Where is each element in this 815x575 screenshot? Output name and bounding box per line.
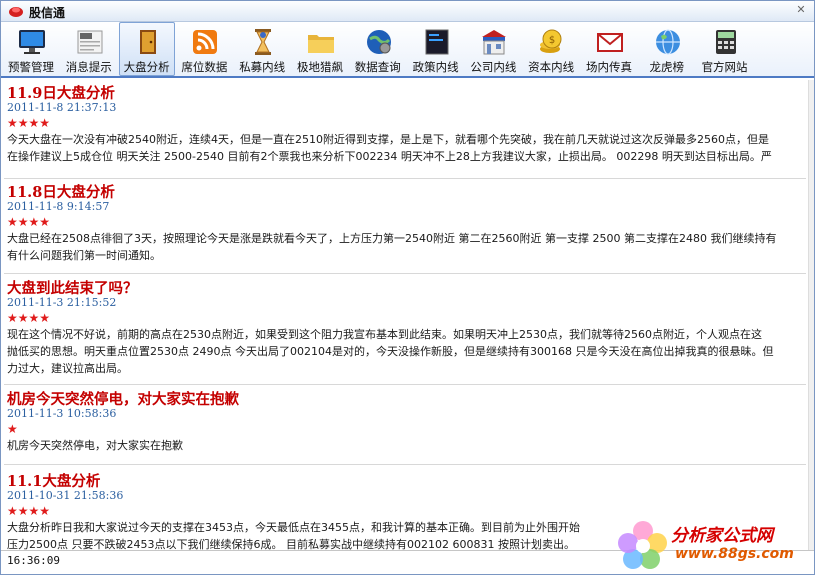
toolbar-button-capital-insider[interactable]: $ 资本内线 — [523, 22, 579, 76]
toolbar: 预警管理 消息提示 大盘分析 席位数据 私募内线 极地猎飙 数据查询 政策内线 … — [1, 22, 814, 78]
post-body-line: 抛低买的思想。明天重点位置2530点 2490点 今天出局了002104是对的，… — [7, 345, 774, 358]
news-list: 11.9日大盘分析 2011-11-8 21:37:13 ★★★★ 今天大盘在一… — [2, 80, 808, 550]
news-post: 大盘到此结束了吗？ 2011-11-3 21:15:52 ★★★★ 现在这个情况… — [7, 277, 807, 377]
mail-icon — [596, 33, 623, 52]
toolbar-label: 预警管理 — [8, 60, 54, 74]
newspaper-icon — [77, 30, 103, 54]
post-body-line: 机房今天突然停电，对大家实在抱歉 — [7, 439, 183, 452]
post-body-line: 今天大盘在一次没有冲破2540附近，连续4天，但是一直在2510附近得到支撑，是… — [7, 133, 769, 146]
toolbar-button-policy-insider[interactable]: 政策内线 — [408, 22, 464, 76]
rating-stars: ★★★★ — [7, 116, 51, 130]
news-post: 11.9日大盘分析 2011-11-8 21:37:13 ★★★★ 今天大盘在一… — [7, 82, 807, 165]
rating-stars: ★ — [7, 422, 18, 436]
calculator-icon — [715, 30, 736, 54]
folder-icon — [307, 35, 334, 53]
toolbar-label: 政策内线 — [412, 60, 459, 74]
coins-icon: $ — [540, 29, 562, 53]
post-date: 2011-11-3 21:15:52 — [7, 296, 117, 309]
app-logo-icon — [9, 7, 23, 17]
toolbar-button-data-query[interactable]: 数据查询 — [350, 22, 406, 76]
post-body-line: 力过大，建议拉高出局。 — [7, 362, 128, 375]
post-body: 大盘已经在2508点徘徊了3天，按照理论今天是涨是跌就看今天了，上方压力第一25… — [7, 230, 805, 264]
post-divider — [4, 178, 806, 179]
toolbar-label: 极地猎飙 — [296, 60, 343, 74]
post-body: 机房今天突然停电，对大家实在抱歉 — [7, 437, 805, 454]
post-body-line: 有什么问题我们第一时间通知。 — [7, 249, 161, 262]
rating-stars: ★★★★ — [7, 311, 51, 325]
app-title: 股信通 — [29, 6, 66, 20]
app-window: 股信通 ✕ 预警管理 消息提示 大盘分析 席位数据 私募内线 极地猎飙 数据查询… — [0, 0, 815, 575]
toolbar-button-polar-hunt[interactable]: 极地猎飙 — [292, 22, 348, 76]
toolbar-label: 消息提示 — [65, 60, 112, 74]
post-divider — [4, 464, 806, 465]
toolbar-label: 公司内线 — [470, 60, 517, 74]
post-title[interactable]: 11.9日大盘分析 — [7, 82, 807, 102]
post-title[interactable]: 11.8日大盘分析 — [7, 181, 807, 201]
svg-text:$: $ — [549, 35, 555, 46]
rss-icon — [193, 30, 218, 54]
toolbar-label: 场内传真 — [585, 60, 632, 74]
title-bar: 股信通 ✕ — [1, 1, 814, 22]
toolbar-button-company-insider[interactable]: 公司内线 — [465, 22, 521, 76]
toolbar-button-seat-data[interactable]: 席位数据 — [176, 22, 232, 76]
toolbar-button-messages[interactable]: 消息提示 — [61, 22, 117, 76]
toolbar-button-private-insider[interactable]: 私募内线 — [234, 22, 290, 76]
terminal-icon — [425, 29, 449, 55]
toolbar-label: 席位数据 — [181, 60, 228, 74]
toolbar-label: 私募内线 — [239, 60, 286, 74]
post-date: 2011-10-31 21:58:36 — [7, 489, 124, 502]
site-watermark: 分析家公式网 www.88gs.com — [613, 517, 813, 573]
door-icon — [139, 30, 156, 54]
rating-stars: ★★★★ — [7, 215, 51, 229]
post-body-line: 现在这个情况不好说，前期的高点在2530点附近，如果受到这个阻力我宣布基本到此结… — [7, 328, 762, 341]
news-post: 11.8日大盘分析 2011-11-8 9:14:57 ★★★★ 大盘已经在25… — [7, 181, 807, 264]
store-icon — [482, 30, 507, 55]
globe-gear-icon — [366, 30, 391, 54]
post-divider — [4, 384, 806, 385]
toolbar-label: 数据查询 — [354, 60, 401, 74]
toolbar-label: 官方网站 — [701, 60, 748, 74]
watermark-text: 分析家公式网 — [671, 526, 773, 546]
close-icon[interactable]: ✕ — [794, 3, 808, 17]
post-body: 今天大盘在一次没有冲破2540附近，连续4天，但是一直在2510附近得到支撑，是… — [7, 131, 805, 165]
monitor-icon — [19, 30, 45, 54]
toolbar-button-floor-fax[interactable]: 场内传真 — [581, 22, 637, 76]
post-date: 2011-11-8 21:37:13 — [7, 101, 117, 114]
post-body-line: 大盘已经在2508点徘徊了3天，按照理论今天是涨是跌就看今天了，上方压力第一25… — [7, 232, 777, 245]
post-date: 2011-11-8 9:14:57 — [7, 200, 110, 213]
news-post: 机房今天突然停电，对大家实在抱歉 2011-11-3 10:58:36 ★ 机房… — [7, 388, 807, 454]
flower-logo-icon — [618, 521, 667, 569]
post-divider — [4, 273, 806, 274]
post-title[interactable]: 大盘到此结束了吗？ — [7, 277, 807, 297]
clock-time: 16:36:09 — [7, 554, 60, 567]
post-title[interactable]: 机房今天突然停电，对大家实在抱歉 — [7, 388, 807, 408]
post-body-line: 在操作建议上5成仓位 明天关注 2500-2540 目前有2个票我也来分析下00… — [7, 150, 772, 163]
toolbar-label: 大盘分析 — [123, 60, 170, 74]
vertical-scrollbar[interactable] — [808, 80, 814, 550]
post-date: 2011-11-3 10:58:36 — [7, 407, 117, 420]
post-body: 现在这个情况不好说，前期的高点在2530点附近，如果受到这个阻力我宣布基本到此结… — [7, 326, 805, 377]
toolbar-button-market-analysis[interactable]: 大盘分析 — [118, 22, 175, 76]
toolbar-button-alert-management[interactable]: 预警管理 — [3, 22, 59, 76]
globe-icon — [655, 29, 680, 55]
toolbar-button-dragon-tiger-list[interactable]: 龙虎榜 — [639, 22, 695, 76]
toolbar-label: 资本内线 — [528, 60, 575, 74]
post-title[interactable]: 11.1大盘分析 — [7, 470, 807, 490]
watermark-url: www.88gs.com — [675, 546, 794, 562]
toolbar-button-official-website[interactable]: 官方网站 — [697, 22, 753, 76]
toolbar-label: 龙虎榜 — [649, 60, 685, 74]
hourglass-icon — [255, 29, 272, 55]
